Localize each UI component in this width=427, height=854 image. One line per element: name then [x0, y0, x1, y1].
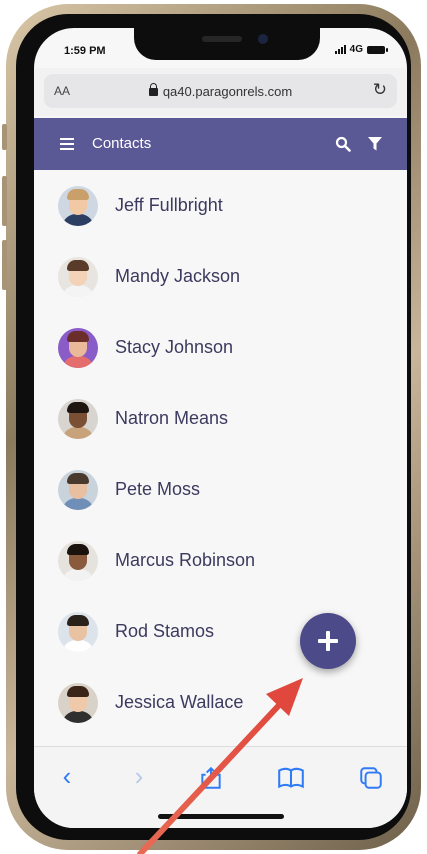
address-bar[interactable]: AA qa40.paragonrels.com ↻ [44, 74, 397, 108]
contact-row[interactable]: Pete Moss [34, 454, 407, 525]
contact-row[interactable]: Marcus Robinson [34, 525, 407, 596]
contact-row[interactable]: Natron Means [34, 383, 407, 454]
contact-name: Stacy Johnson [115, 337, 234, 357]
contact-name: Jessica Wallace [115, 692, 244, 712]
avatar [58, 611, 98, 652]
front-camera [258, 34, 268, 44]
lock-icon [148, 82, 158, 96]
avatar [58, 682, 98, 723]
speaker-grille [202, 36, 242, 42]
share-icon[interactable] [198, 765, 224, 791]
url-text: qa40.paragonrels.com [162, 83, 293, 99]
phone-volume-down [2, 240, 7, 290]
contact-name: Natron Means [115, 408, 229, 428]
phone-silent-switch [2, 124, 7, 150]
avatar [58, 327, 98, 368]
home-indicator [158, 814, 284, 819]
app-header: Contacts [34, 118, 407, 170]
contact-name: Jeff Fullbright [115, 195, 223, 215]
chevron-right-icon[interactable]: › [124, 761, 154, 791]
contact-row[interactable]: Jeff Fullbright [34, 170, 407, 241]
contact-row[interactable]: Mandy Jackson [34, 241, 407, 312]
status-indicators: 4G [334, 44, 388, 55]
hamburger-icon[interactable] [60, 138, 74, 150]
url-display[interactable]: qa40.paragonrels.com [44, 82, 397, 99]
avatar [58, 469, 98, 510]
phone-screen: 1:59 PM 4G AA qa40.paragonrels.com ↻ Con… [34, 28, 407, 828]
avatar [58, 398, 98, 439]
contact-name: Pete Moss [115, 479, 201, 499]
search-icon[interactable] [335, 136, 351, 152]
book-icon[interactable] [276, 765, 306, 791]
contact-row[interactable]: Stacy Johnson [34, 312, 407, 383]
contact-row[interactable]: Jessica Wallace [34, 667, 407, 738]
phone-volume-up [2, 176, 7, 226]
chevron-left-icon[interactable]: ‹ [52, 761, 82, 791]
status-time: 1:59 PM [64, 45, 106, 57]
filter-icon[interactable] [367, 136, 383, 152]
avatar [58, 540, 98, 581]
signal-icon [334, 45, 346, 54]
contact-name: Rod Stamos [115, 621, 215, 641]
contact-name: Mandy Jackson [115, 266, 241, 286]
reload-icon[interactable]: ↻ [373, 81, 387, 98]
network-label: 4G [349, 44, 363, 55]
add-contact-button[interactable] [300, 613, 356, 669]
page-title: Contacts [92, 135, 152, 152]
contact-name: Marcus Robinson [115, 550, 256, 570]
avatar [58, 256, 98, 297]
browser-address-area: AA qa40.paragonrels.com ↻ [34, 68, 407, 116]
tabs-icon[interactable] [358, 765, 384, 791]
battery-icon [367, 45, 388, 54]
notch [134, 28, 320, 60]
avatar [58, 185, 98, 226]
